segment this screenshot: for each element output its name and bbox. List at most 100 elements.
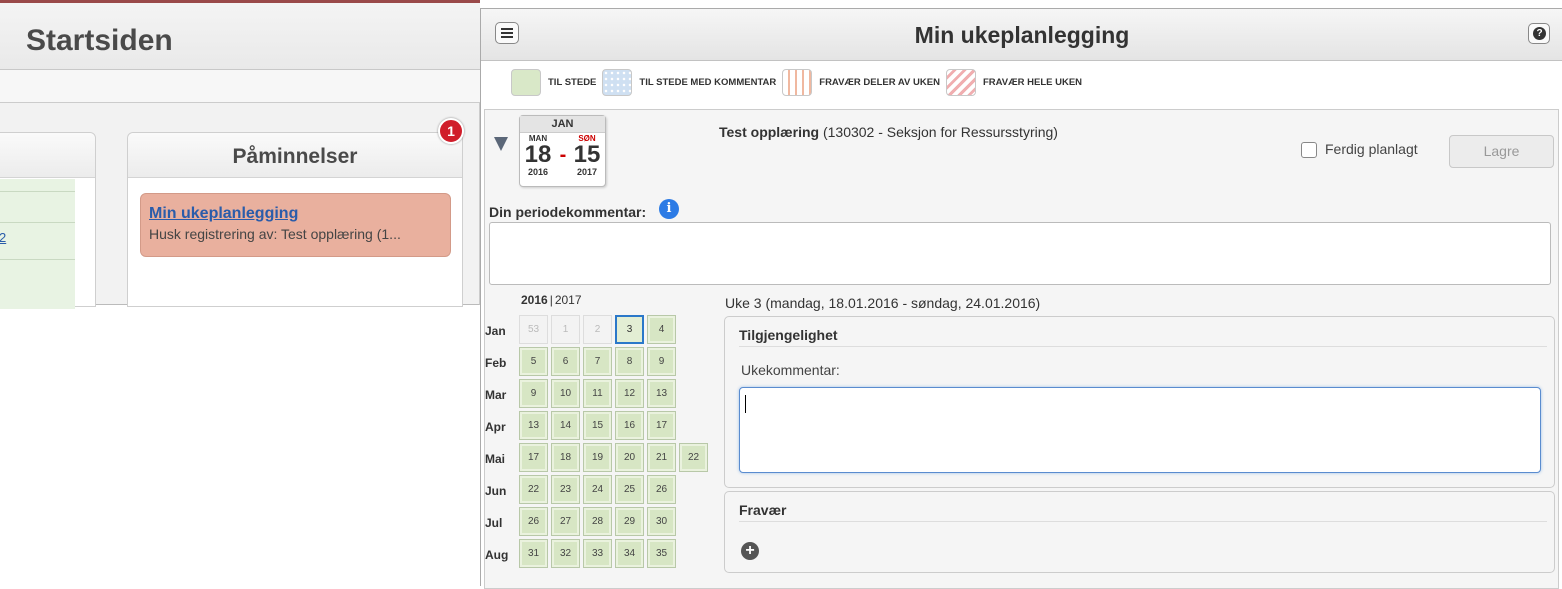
week-cell[interactable]: 32 [551,539,580,568]
legend-label: FRAVÆR DELER AV UKEN [819,76,940,88]
done-label: Ferdig planlagt [1325,141,1418,157]
month-label: Jul [485,516,503,530]
legend-item-comment: TIL STEDE MED KOMMENTAR [602,68,777,96]
week-cell[interactable]: 25 [615,475,644,504]
week-comment-label: Ukekommentar: [741,362,840,378]
year-separator: | [549,293,553,307]
week-cell[interactable]: 22 [519,475,548,504]
add-absence-icon[interactable]: + [741,542,759,560]
legend-label: TIL STEDE [548,76,597,88]
week-cell[interactable]: 13 [647,379,676,408]
week-cell: 2 [583,315,612,344]
planning-content: JAN MAN 18 2016 - SØN 15 2017 Test opplæ… [484,109,1559,589]
week-cell[interactable]: 30 [647,507,676,536]
week-cell[interactable]: 26 [647,475,676,504]
week-title: Uke 3 (mandag, 18.01.2016 - søndag, 24.0… [725,295,1041,311]
week-cell[interactable]: 28 [583,507,612,536]
week-cell[interactable]: 10 [551,379,580,408]
done-checkbox[interactable] [1301,142,1317,158]
whole-absence-swatch [945,68,976,96]
week-cell[interactable]: 20 [615,443,644,472]
month-label: Feb [485,356,507,370]
period-comment-label: Din periodekommentar: [489,204,647,220]
availability-section: Tilgjengelighet Ukekommentar: [724,316,1555,488]
month-label: Mar [485,388,507,402]
week-cell[interactable]: 24 [583,475,612,504]
divider [739,346,1547,347]
end-year: 2017 [576,167,598,177]
end-day: 15 [573,141,601,168]
text-cursor [745,395,746,413]
period-comment-field[interactable] [489,222,1551,285]
week-cell[interactable]: 23 [551,475,580,504]
help-button[interactable]: ? [1528,23,1550,44]
week-cell[interactable]: 34 [615,539,644,568]
start-year: 2016 [527,167,549,177]
info-icon[interactable]: i [659,199,679,219]
week-cell: 1 [551,315,580,344]
month-label: Apr [485,420,506,434]
left-panel: 2 [0,132,96,309]
week-planning-dialog: Min ukeplanlegging ? TIL STEDE TIL STEDE… [480,8,1562,589]
week-cell[interactable]: 8 [615,347,644,376]
week-cell[interactable]: 22 [679,443,708,472]
week-comment-field[interactable] [739,387,1541,473]
week-cell: 53 [519,315,548,344]
legend-label: TIL STEDE MED KOMMENTAR [639,76,777,88]
year-selector: 2016 | 2017 [521,293,582,307]
page-title: Startsiden [26,24,173,57]
week-cell[interactable]: 31 [519,539,548,568]
week-cell[interactable]: 5 [519,347,548,376]
absence-section: Fravær + [724,491,1555,573]
reminder-link[interactable]: Min ukeplanlegging [149,205,442,223]
reminders-title: Påminnelser [128,133,462,178]
availability-heading: Tilgjengelighet [739,327,838,343]
page-header: Startsiden [0,3,480,70]
start-day: 18 [524,141,552,168]
week-cell[interactable]: 17 [647,411,676,440]
week-cell[interactable]: 35 [647,539,676,568]
save-button[interactable]: Lagre [1449,135,1554,168]
divider [0,191,75,192]
period-start: MAN 18 2016 [520,134,556,178]
divider [0,222,75,223]
year-next[interactable]: 2017 [555,293,582,307]
week-cell[interactable]: 29 [615,507,644,536]
week-cell[interactable]: 27 [551,507,580,536]
week-cell[interactable]: 9 [647,347,676,376]
week-cell[interactable]: 3 [615,315,644,344]
week-cell[interactable]: 16 [615,411,644,440]
left-panel-link[interactable]: 2 [0,230,6,245]
course-detail: (130302 - Seksjon for Ressursstyring) [822,124,1058,140]
week-cell[interactable]: 33 [583,539,612,568]
sub-toolbar [0,70,480,103]
legend-item-partial-absence: FRAVÆR DELER AV UKEN [782,68,940,96]
collapse-toggle-icon[interactable] [494,137,508,151]
period-end: SØN 15 2017 [569,134,605,178]
week-cell[interactable]: 9 [519,379,548,408]
month-label: Mai [485,452,506,466]
week-cell[interactable]: 13 [519,411,548,440]
divider [739,521,1547,522]
week-cell[interactable]: 15 [583,411,612,440]
course-name: Test opplæring [719,124,820,140]
week-cell[interactable]: 6 [551,347,580,376]
divider [0,259,75,260]
week-cell[interactable]: 21 [647,443,676,472]
week-cell[interactable]: 17 [519,443,548,472]
reminder-count-badge: 1 [438,118,464,144]
week-cell[interactable]: 12 [615,379,644,408]
month-label: Aug [485,548,509,562]
week-cell[interactable]: 7 [583,347,612,376]
week-cell[interactable]: 19 [583,443,612,472]
partial-absence-swatch [782,68,813,96]
year-current[interactable]: 2016 [521,293,548,307]
week-cell[interactable]: 11 [583,379,612,408]
reminder-card[interactable]: Min ukeplanlegging Husk registrering av:… [140,193,451,257]
dialog-titlebar: Min ukeplanlegging ? [481,9,1562,61]
help-icon: ? [1533,27,1546,40]
week-cell[interactable]: 26 [519,507,548,536]
week-cell[interactable]: 18 [551,443,580,472]
week-cell[interactable]: 14 [551,411,580,440]
week-cell[interactable]: 4 [647,315,676,344]
